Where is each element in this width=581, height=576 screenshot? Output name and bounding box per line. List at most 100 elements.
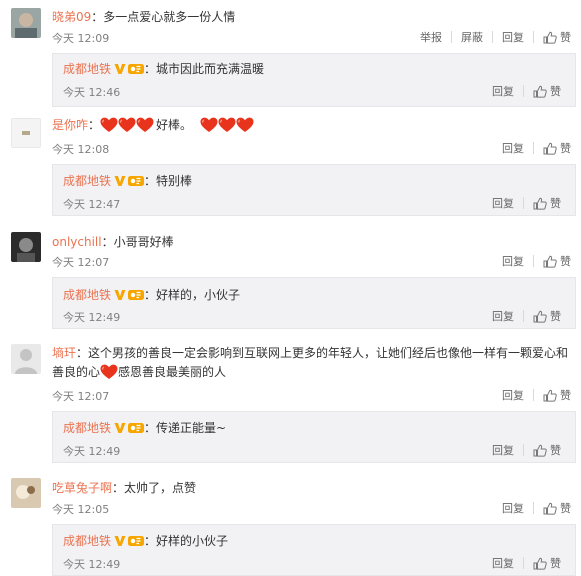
reply-button[interactable]: 回复 [492, 195, 514, 211]
member-badge-icon [128, 535, 144, 547]
like-button[interactable]: 赞 [514, 308, 561, 324]
comment-timestamp: 今天 12:07 [52, 256, 110, 269]
verified-v-icon [114, 289, 126, 301]
reply-button[interactable]: 回复 [492, 83, 514, 99]
member-badge-icon [128, 175, 144, 187]
comment-username[interactable]: 吃草兔子啊 [52, 481, 112, 495]
block-button[interactable]: 屏蔽 [442, 29, 483, 45]
reply-button[interactable]: 回复 [492, 555, 514, 571]
thumbs-up-icon [543, 502, 557, 515]
like-button[interactable]: 赞 [524, 140, 571, 156]
reply-box: 成都地铁 ：好样的，小伙子 今天 12:49 回复 赞 [52, 277, 576, 329]
like-button[interactable]: 赞 [524, 253, 571, 269]
heart-emoji-icon [218, 117, 236, 133]
reply-button[interactable]: 回复 [502, 387, 524, 403]
user-avatar[interactable] [11, 478, 41, 508]
verified-v-icon [114, 63, 126, 75]
reply-username[interactable]: 成都地铁 [63, 286, 111, 303]
reply-button[interactable]: 回复 [483, 29, 524, 45]
reply-content: 好样的，小伙子 [156, 288, 241, 302]
heart-emoji-icon [118, 117, 136, 133]
thumbs-up-icon [533, 85, 547, 98]
user-avatar[interactable] [11, 8, 41, 38]
comment-text: 晓弟09：多一点爱心就多一份人情 [52, 10, 236, 24]
member-badge-icon [128, 422, 144, 434]
reply-username[interactable]: 成都地铁 [63, 60, 111, 77]
thumbs-up-icon [543, 389, 557, 402]
comment-timestamp: 今天 12:09 [52, 32, 110, 45]
reply-timestamp: 今天 12:49 [63, 558, 121, 571]
reply-text: 成都地铁 ：传递正能量~ [63, 419, 227, 436]
reply-box: 成都地铁 ：传递正能量~ 今天 12:49 回复 赞 [52, 411, 576, 463]
reply-button[interactable]: 回复 [492, 308, 514, 324]
reply-box: 成都地铁 ：好样的小伙子 今天 12:49 回复 赞 [52, 524, 576, 576]
reply-timestamp: 今天 12:47 [63, 198, 121, 211]
heart-emoji-icon [200, 117, 218, 133]
like-button[interactable]: 赞 [524, 387, 571, 403]
like-button[interactable]: 赞 [514, 195, 561, 211]
verified-v-icon [114, 175, 126, 187]
reply-content: 城市因此而充满温暖 [156, 62, 265, 76]
comment-username[interactable]: 墒玕 [52, 346, 76, 360]
comment-username[interactable]: onlychill [52, 235, 102, 249]
reply-username[interactable]: 成都地铁 [63, 532, 111, 549]
comment-username[interactable]: 晓弟09 [52, 10, 91, 24]
reply-button[interactable]: 回复 [492, 442, 514, 458]
thumbs-up-icon [533, 444, 547, 457]
like-button[interactable]: 赞 [524, 500, 571, 516]
user-avatar[interactable] [11, 232, 41, 262]
reply-button[interactable]: 回复 [502, 253, 524, 269]
reply-content: 特别棒 [156, 174, 193, 188]
reply-content: 传递正能量~ [156, 421, 227, 435]
like-button[interactable]: 赞 [524, 29, 571, 45]
member-badge-icon [128, 63, 144, 75]
like-button[interactable]: 赞 [514, 555, 561, 571]
comment-text-line2: 善良的心 感恩善良最美丽的人 [52, 364, 227, 380]
heart-emoji-icon [100, 364, 118, 380]
heart-emoji-icon [100, 117, 118, 133]
thumbs-up-icon [543, 255, 557, 268]
reply-username[interactable]: 成都地铁 [63, 172, 111, 189]
reply-box: 成都地铁 ：特别棒 今天 12:47 回复 赞 [52, 164, 576, 216]
comment-username[interactable]: 是你咋 [52, 116, 88, 133]
comment-actions: 举报 屏蔽 回复 赞 [420, 29, 571, 45]
reply-box: 成都地铁 ：城市因此而充满温暖 今天 12:46 回复 赞 [52, 53, 576, 107]
thumbs-up-icon [533, 557, 547, 570]
user-avatar[interactable] [11, 344, 41, 374]
reply-button[interactable]: 回复 [502, 500, 524, 516]
user-avatar[interactable] [11, 118, 41, 148]
verified-v-icon [114, 422, 126, 434]
reply-timestamp: 今天 12:46 [63, 86, 121, 99]
comment-timestamp: 今天 12:08 [52, 143, 110, 156]
comment-timestamp: 今天 12:07 [52, 390, 110, 403]
reply-text: 成都地铁 ：城市因此而充满温暖 [63, 60, 265, 77]
report-button[interactable]: 举报 [420, 29, 442, 45]
heart-emoji-icon [236, 117, 254, 133]
comment-text: 是你咋： 好棒。 [52, 116, 254, 133]
reply-content: 好样的小伙子 [156, 534, 229, 548]
heart-emoji-icon [136, 117, 154, 133]
comment-text: 墒玕：这个男孩的善良一定会影响到互联网上更多的年轻人，让她们经后也像他一样有一颗… [52, 346, 569, 360]
comment-content: 太帅了，点赞 [124, 481, 197, 495]
reply-button[interactable]: 回复 [502, 140, 524, 156]
thumbs-up-icon [533, 197, 547, 210]
reply-text: 成都地铁 ：好样的，小伙子 [63, 286, 241, 303]
comment-content: 这个男孩的善良一定会影响到互联网上更多的年轻人，让她们经后也像他一样有一颗爱心和 [88, 346, 569, 360]
comment-content: 小哥哥好棒 [113, 235, 174, 249]
comment-timestamp: 今天 12:05 [52, 503, 110, 516]
comment-text: onlychill：小哥哥好棒 [52, 235, 174, 249]
like-button[interactable]: 赞 [514, 83, 561, 99]
reply-text: 成都地铁 ：好样的小伙子 [63, 532, 229, 549]
verified-v-icon [114, 535, 126, 547]
member-badge-icon [128, 289, 144, 301]
comment-content: 多一点爱心就多一份人情 [103, 10, 236, 24]
comment-content: 好棒。 [156, 118, 193, 132]
thumbs-up-icon [543, 31, 557, 44]
thumbs-up-icon [543, 142, 557, 155]
reply-username[interactable]: 成都地铁 [63, 419, 111, 436]
comment-text: 吃草兔子啊：太帅了，点赞 [52, 481, 197, 495]
reply-timestamp: 今天 12:49 [63, 311, 121, 324]
like-button[interactable]: 赞 [514, 442, 561, 458]
reply-text: 成都地铁 ：特别棒 [63, 172, 193, 189]
thumbs-up-icon [533, 310, 547, 323]
